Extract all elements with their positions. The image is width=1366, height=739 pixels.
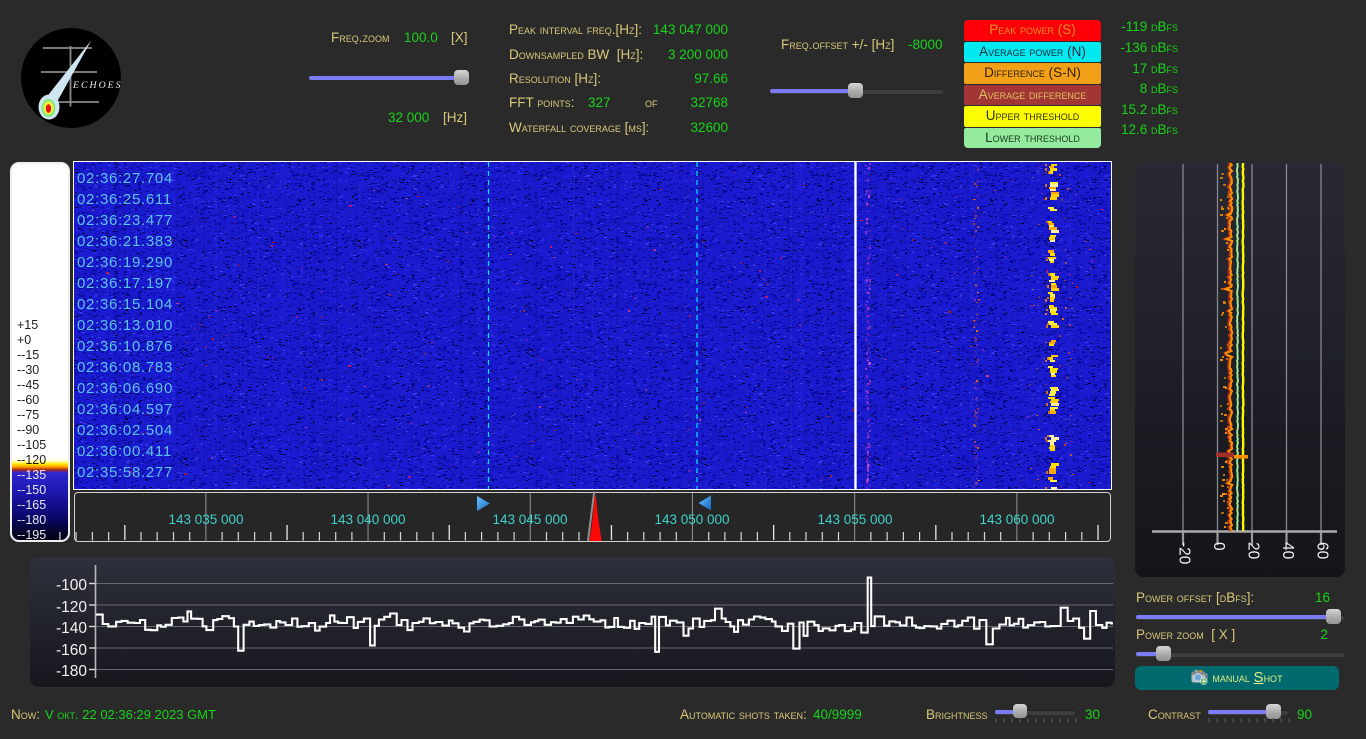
svg-text:60: 60 — [1314, 542, 1331, 560]
svg-text:0: 0 — [1210, 542, 1227, 551]
svg-text:20: 20 — [1245, 542, 1262, 560]
svg-text:40: 40 — [1279, 542, 1296, 560]
svg-text:-20: -20 — [1176, 542, 1193, 565]
